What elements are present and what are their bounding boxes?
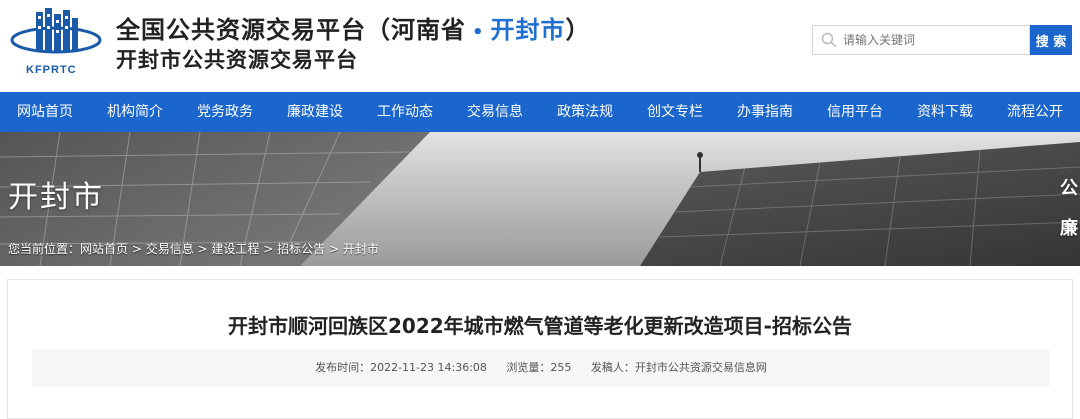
nav-item-civilization[interactable]: 创文专栏 [630, 92, 720, 132]
banner-title: 开封市 [8, 180, 104, 215]
site-title-end: ） [565, 16, 591, 44]
nav-item-process[interactable]: 流程公开 [990, 92, 1080, 132]
site-subtitle: 开封市公共资源交易平台 [116, 48, 358, 72]
side-float-char-1[interactable]: 公 [1060, 174, 1078, 200]
nav-item-downloads[interactable]: 资料下载 [900, 92, 990, 132]
nav-item-party-affairs[interactable]: 党务政务 [180, 92, 270, 132]
nav-item-credit[interactable]: 信用平台 [810, 92, 900, 132]
page-banner: 开封市 您当前位置：网站首页 > 交易信息 > 建设工程 > 招标公告 > 开封… [0, 132, 1080, 266]
nav-item-integrity[interactable]: 廉政建设 [270, 92, 360, 132]
nav-item-home[interactable]: 网站首页 [0, 92, 90, 132]
author: 发稿人：开封市公共资源交易信息网 [583, 361, 775, 374]
breadcrumb-construction[interactable]: 建设工程 [211, 242, 259, 256]
breadcrumb-kaifeng[interactable]: 开封市 [343, 242, 379, 256]
nav-item-about[interactable]: 机构简介 [90, 92, 180, 132]
breadcrumb: 您当前位置：网站首页 > 交易信息 > 建设工程 > 招标公告 > 开封市 [8, 242, 379, 256]
site-title: 全国公共资源交易平台（河南省 • 开封市） [116, 10, 591, 45]
publish-time: 发布时间：2022-11-23 14:36:08 [307, 361, 495, 374]
view-count: 浏览量：255 [498, 361, 579, 374]
author-label: 发稿人： [590, 361, 635, 374]
view-count-value: 255 [550, 361, 572, 374]
main-nav: 网站首页 机构简介 党务政务 廉政建设 工作动态 交易信息 政策法规 创文专栏 … [0, 92, 1080, 132]
search-box [812, 25, 1030, 55]
search-bar: 搜 索 [812, 25, 1072, 55]
nav-item-policy[interactable]: 政策法规 [540, 92, 630, 132]
title-dot: • [472, 22, 485, 43]
breadcrumb-home[interactable]: 网站首页 [80, 242, 128, 256]
logo-text: KFPRTC [26, 64, 77, 76]
site-title-city: 开封市 [490, 16, 566, 44]
search-button[interactable]: 搜 索 [1030, 25, 1072, 55]
site-header: KFPRTC 全国公共资源交易平台（河南省 •开封市） 开封市公共资源交易平台 搜… [0, 0, 1080, 92]
site-title-main: 全国公共资源交易平台（河南省 [116, 16, 466, 44]
article-title: 开封市顺河回族区2022年城市燃气管道等老化更新改造项目-招标公告 [228, 314, 852, 338]
publish-time-value: 2022-11-23 14:36:08 [370, 361, 487, 374]
nav-item-guide[interactable]: 办事指南 [720, 92, 810, 132]
search-icon [821, 32, 837, 48]
article-panel: 开封市顺河回族区2022年城市燃气管道等老化更新改造项目-招标公告 发布时间：2… [7, 279, 1073, 419]
site-logo[interactable]: KFPRTC [8, 6, 104, 82]
search-input[interactable] [843, 26, 1023, 54]
logo-emblem-icon [10, 8, 102, 54]
breadcrumb-trade-info[interactable]: 交易信息 [146, 242, 194, 256]
article-meta: 发布时间：2022-11-23 14:36:08 浏览量：255 发稿人：开封市… [32, 350, 1050, 386]
side-float-char-2[interactable]: 廉 [1060, 214, 1078, 240]
author-value: 开封市公共资源交易信息网 [634, 361, 767, 374]
breadcrumb-tender-notice[interactable]: 招标公告 [277, 242, 325, 256]
nav-item-trade-info[interactable]: 交易信息 [450, 92, 540, 132]
nav-item-news[interactable]: 工作动态 [360, 92, 450, 132]
view-count-label: 浏览量： [506, 361, 551, 374]
breadcrumb-prefix: 您当前位置： [8, 242, 81, 256]
publish-time-label: 发布时间： [315, 361, 371, 374]
